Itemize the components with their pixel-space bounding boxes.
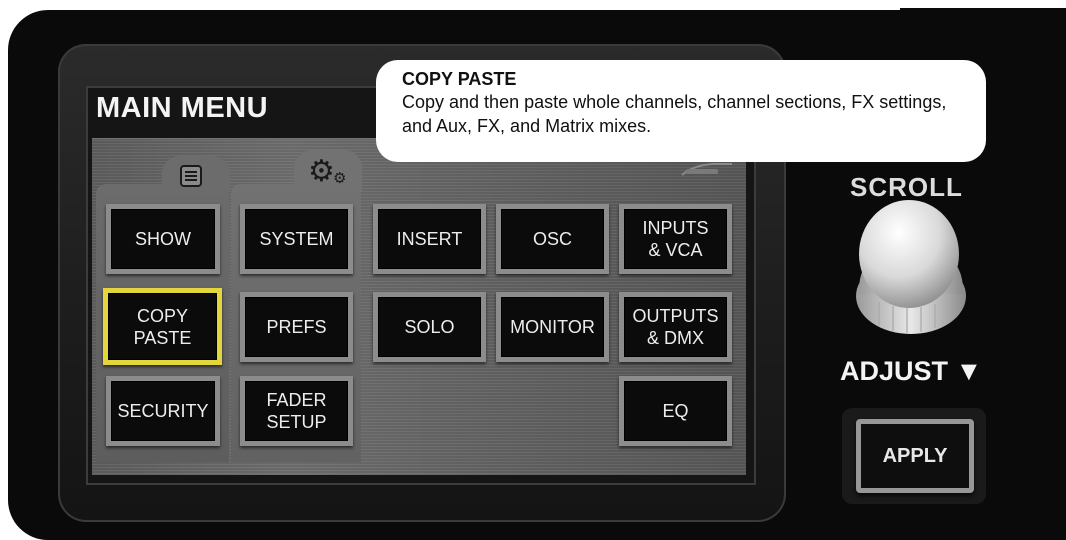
apply-button[interactable]: APPLY (856, 419, 974, 493)
scroll-knob[interactable] (853, 198, 969, 338)
scroll-indicator-icon (681, 162, 732, 176)
page-title: MAIN MENU (96, 92, 269, 124)
inputs-vca-button[interactable]: INPUTS & VCA (619, 204, 732, 274)
prefs-button[interactable]: PREFS (240, 292, 353, 362)
osc-button[interactable]: OSC (496, 204, 609, 274)
show-button[interactable]: SHOW (106, 204, 220, 274)
insert-button[interactable]: INSERT (373, 204, 486, 274)
help-tooltip: COPY PASTE Copy and then paste whole cha… (376, 60, 986, 162)
gear-icon: ⚙ (308, 155, 335, 188)
tooltip-title: COPY PASTE (402, 69, 517, 89)
solo-button[interactable]: SOLO (373, 292, 486, 362)
eq-button[interactable]: EQ (619, 376, 732, 446)
outputs-dmx-button[interactable]: OUTPUTS & DMX (619, 292, 732, 362)
monitor-button[interactable]: MONITOR (496, 292, 609, 362)
fader-setup-button[interactable]: FADER SETUP (240, 376, 353, 446)
security-button[interactable]: SECURITY (106, 376, 220, 446)
copy-paste-button[interactable]: COPY PASTE (103, 288, 222, 365)
adjust-label: ADJUST ▼ (840, 356, 983, 386)
list-icon (180, 165, 202, 187)
system-button[interactable]: SYSTEM (240, 204, 353, 274)
small-gear-icon: ⚙ (333, 170, 347, 187)
tooltip-body: Copy and then paste whole channels, chan… (402, 92, 947, 136)
